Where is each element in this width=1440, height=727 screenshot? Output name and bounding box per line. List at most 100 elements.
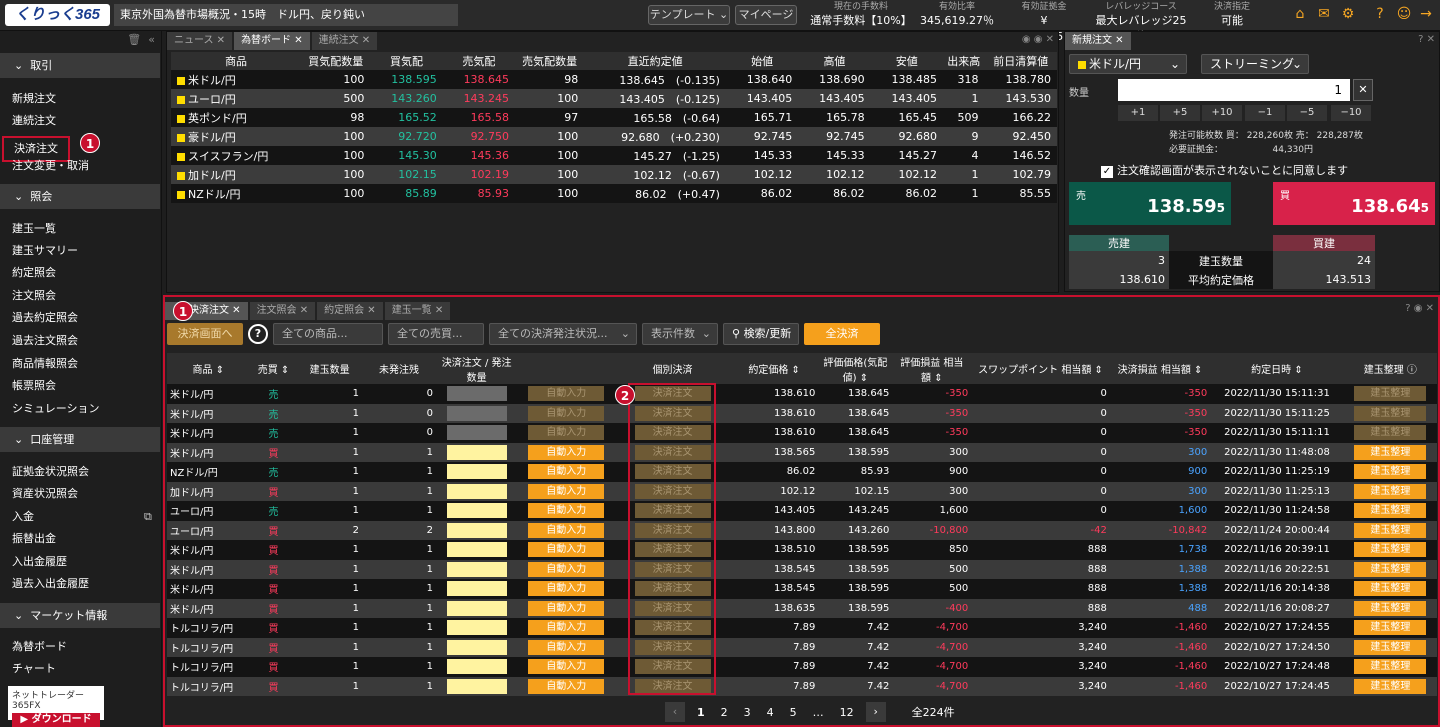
home-icon[interactable]: ⌂ [1292, 6, 1308, 22]
sidebar-item[interactable]: 建玉一覧 [12, 221, 56, 237]
next-page-icon[interactable]: › [865, 702, 886, 722]
ask-price[interactable]: 92.750 [442, 127, 516, 146]
panel-controls[interactable]: ? ◉ ✕ [1405, 303, 1434, 314]
settle-qty-input[interactable] [446, 503, 507, 519]
auto-input-button[interactable]: 自動入力 [528, 678, 605, 694]
position-clean-button[interactable]: 建玉整理 [1354, 678, 1427, 694]
sidebar-item[interactable]: 約定照会 [12, 265, 56, 281]
settle-qty-input[interactable] [446, 581, 507, 597]
settle-qty-input[interactable] [446, 405, 507, 421]
page-link[interactable]: 4 [767, 706, 774, 719]
position-clean-button[interactable]: 建玉整理 [1354, 561, 1427, 577]
bid-price[interactable]: 102.15 [370, 165, 443, 184]
position-clean-button[interactable]: 建玉整理 [1354, 581, 1427, 597]
position-clean-button[interactable]: 建玉整理 [1354, 405, 1427, 421]
prev-page-icon[interactable]: ‹ [665, 702, 685, 722]
auto-input-button[interactable]: 自動入力 [528, 483, 605, 499]
settle-qty-input[interactable] [446, 386, 507, 402]
auto-input-button[interactable]: 自動入力 [528, 639, 605, 655]
section-market[interactable]: ⌄ マーケット情報 [0, 603, 160, 628]
news-ticker[interactable]: 東京外国為替市場概況・15時 ドル円、戻り鈍い [114, 4, 458, 26]
settle-qty-input[interactable] [446, 600, 507, 616]
step-button[interactable]: −10 [1331, 105, 1371, 121]
page-link[interactable]: 3 [744, 706, 751, 719]
sidebar-item[interactable]: 過去約定照会 [12, 310, 78, 326]
tab-position-list[interactable]: 建玉一覧 ✕ [384, 302, 451, 320]
rate-row[interactable]: 英ポンド/円 98 165.52 165.58 97 165.58 (-0.64) 165.… [171, 108, 1057, 127]
ask-price[interactable]: 102.19 [442, 165, 516, 184]
auto-input-button[interactable]: 自動入力 [528, 464, 605, 480]
bid-price[interactable]: 145.30 [370, 146, 443, 165]
ask-price[interactable]: 165.58 [442, 108, 516, 127]
sidebar-item[interactable]: 入金 [12, 509, 34, 525]
sidebar-item[interactable]: 証拠金状況照会 [12, 464, 89, 480]
product-filter[interactable]: 全ての商品... [273, 323, 383, 345]
sidebar-item[interactable]: 帳票照会 [12, 378, 56, 394]
position-clean-button[interactable]: 建玉整理 [1354, 425, 1427, 441]
column-header[interactable]: 約定価格 ⇕ [729, 353, 819, 384]
to-settle-screen-button[interactable]: 決済画面へ [167, 323, 243, 345]
position-clean-button[interactable]: 建玉整理 [1354, 444, 1427, 460]
auto-input-button[interactable]: 自動入力 [528, 425, 605, 441]
position-clean-button[interactable]: 建玉整理 [1354, 639, 1427, 655]
column-header[interactable]: 商品 ⇕ [167, 353, 250, 384]
sidebar-item[interactable]: 商品情報照会 [12, 356, 78, 372]
settle-qty-input[interactable] [446, 678, 507, 694]
side-filter[interactable]: 全ての売買... [388, 323, 484, 345]
gear-icon[interactable]: ⚙ [1340, 6, 1356, 22]
column-header[interactable]: 売買 ⇕ [249, 353, 298, 384]
page-link[interactable]: 5 [790, 706, 797, 719]
trash-icon[interactable]: 🗑 [127, 33, 141, 46]
settle-qty-input[interactable] [446, 639, 507, 655]
settle-qty-input[interactable] [446, 483, 507, 499]
sidebar-item[interactable]: シミュレーション [12, 401, 100, 417]
buy-button[interactable]: 買 138.645 [1273, 182, 1435, 225]
sidebar-item[interactable]: チャート [12, 661, 56, 677]
sidebar-item[interactable]: 入出金履歴 [12, 554, 67, 570]
step-button[interactable]: −5 [1287, 105, 1327, 121]
qty-input[interactable]: 1 [1118, 79, 1350, 101]
auto-input-button[interactable]: 自動入力 [528, 600, 605, 616]
tab-news[interactable]: ニュース ✕ [167, 32, 233, 50]
mail-icon[interactable]: ✉ [1316, 6, 1332, 22]
rate-row[interactable]: NZドル/円 100 85.89 85.93 100 86.02 (+0.47) 86.02… [171, 184, 1057, 203]
position-clean-button[interactable]: 建玉整理 [1354, 503, 1427, 519]
position-clean-button[interactable]: 建玉整理 [1354, 522, 1427, 538]
tab-rate-board[interactable]: 為替ボード ✕ [234, 32, 310, 50]
sidebar-item[interactable]: 建玉サマリー [12, 243, 78, 259]
sidebar-item[interactable]: 注文照会 [12, 288, 56, 304]
settle-qty-input[interactable] [446, 620, 507, 636]
sidebar-item[interactable]: 過去注文照会 [12, 333, 78, 349]
sidebar-item-order-change[interactable]: 注文変更・取消 [12, 158, 89, 174]
auto-input-button[interactable]: 自動入力 [528, 503, 605, 519]
rate-row[interactable]: 米ドル/円 100 138.595 138.645 98 138.645 (-0.135)… [171, 70, 1057, 89]
column-header[interactable]: 建玉整理 ⓘ [1343, 353, 1437, 384]
status-filter[interactable]: 全ての決済発注状況... ⌄ [489, 323, 637, 345]
ask-price[interactable]: 85.93 [442, 184, 516, 203]
rate-row[interactable]: 加ドル/円 100 102.15 102.19 100 102.12 (-0.67) 102… [171, 165, 1057, 184]
bid-price[interactable]: 85.89 [370, 184, 443, 203]
tab-continuous-order[interactable]: 連続注文 ✕ [311, 32, 378, 50]
tab-new-order[interactable]: 新規注文 ✕ [1065, 32, 1131, 50]
section-inquiry[interactable]: ⌄ 照会 [0, 184, 160, 209]
settle-qty-input[interactable] [446, 444, 507, 460]
ask-price[interactable]: 143.245 [442, 89, 516, 108]
settle-qty-input[interactable] [446, 425, 507, 441]
sidebar-item-continuous-order[interactable]: 連続注文 [12, 113, 56, 129]
sidebar-item[interactable]: 為替ボード [12, 639, 67, 655]
section-account[interactable]: ⌄ 口座管理 [0, 427, 160, 452]
page-link[interactable]: 2 [721, 706, 728, 719]
template-button[interactable]: テンプレート ⌄ [648, 5, 730, 25]
panel-controls[interactable]: ? ✕ [1418, 34, 1435, 45]
count-select[interactable]: 表示件数 ⌄ [642, 323, 718, 345]
download-banner[interactable]: ネットトレーダー365FX ▶ ダウンロード [8, 686, 104, 727]
settle-qty-input[interactable] [446, 659, 507, 675]
bid-price[interactable]: 165.52 [370, 108, 443, 127]
mypage-button[interactable]: マイページ [735, 5, 797, 25]
auto-input-button[interactable]: 自動入力 [528, 405, 605, 421]
position-clean-button[interactable]: 建玉整理 [1354, 620, 1427, 636]
bid-price[interactable]: 143.260 [370, 89, 443, 108]
settle-qty-input[interactable] [446, 464, 507, 480]
logout-icon[interactable]: → [1418, 6, 1434, 22]
check-icon[interactable]: ✓ [1101, 166, 1113, 178]
